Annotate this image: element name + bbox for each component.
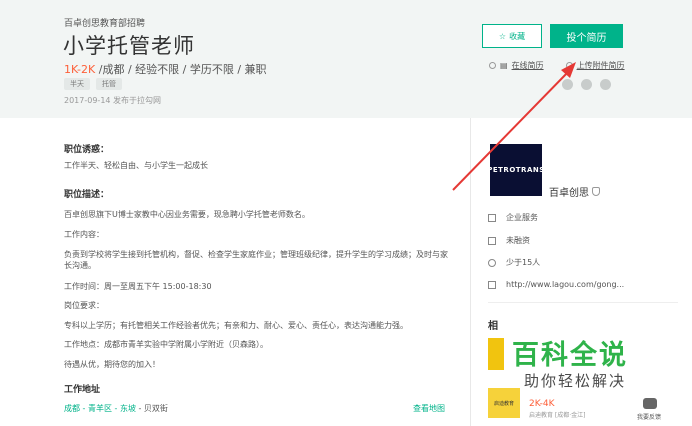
watermark-title: 百科全说: [512, 340, 628, 371]
tag: 半天: [64, 78, 90, 90]
company-size: 少于15人: [488, 257, 540, 268]
company-name[interactable]: 百卓创思: [549, 184, 600, 199]
star-icon: ☆: [498, 31, 507, 41]
address-title: 工作地址: [64, 385, 101, 395]
work-content-text: 负责到学校将学生接到托管机构，督促、检查学生家庭作业；管理班级纪律，提升学生的学…: [64, 250, 448, 270]
tag: 托管: [96, 78, 122, 90]
perks-text: 工作半天、轻松自由、与小学生一起成长: [64, 161, 208, 170]
chat-icon[interactable]: [643, 398, 657, 409]
view-map-link[interactable]: 查看地图: [413, 403, 445, 414]
work-time: 工作时间：周一至周五下午 15:00-18:30: [64, 282, 212, 291]
online-resume-option[interactable]: 在线简历: [512, 60, 544, 71]
job-requirements: /成都 / 经验不限 / 学历不限 / 兼职: [95, 63, 267, 76]
shield-icon: [592, 187, 600, 196]
related-jobs-heading: 相: [488, 321, 498, 332]
requirements-label: 岗位要求：: [64, 301, 104, 310]
address-street: - 贝双街: [135, 404, 168, 413]
perks-title: 职位诱惑：: [64, 145, 110, 155]
description-title: 职位描述：: [64, 190, 110, 200]
feedback-label[interactable]: 我要反馈: [637, 412, 661, 421]
resume-icon: ▤: [500, 61, 508, 70]
related-job-logo[interactable]: 启迪教育: [488, 388, 520, 418]
resume-options: ▤ 在线简历 上传附件简历: [489, 60, 625, 71]
radio-upload-resume[interactable]: [565, 62, 573, 69]
company-financing: 未融资: [488, 235, 530, 246]
work-content-label: 工作内容：: [64, 230, 104, 239]
job-title: 小学托管老师: [63, 34, 195, 58]
collect-button[interactable]: ☆ 收藏: [482, 24, 542, 48]
company-dept[interactable]: 百卓创思教育部招聘: [64, 16, 145, 29]
related-job-image[interactable]: [488, 338, 504, 370]
watermark-subtitle: 助你轻松解决: [524, 372, 627, 390]
radio-online-resume[interactable]: [489, 62, 496, 69]
person-icon: [488, 258, 496, 267]
related-job-salary[interactable]: 2K-4K: [529, 399, 555, 409]
work-place: 工作地点：成都市青羊实验中学附属小学附近（贝森路）。: [64, 340, 268, 349]
grid-icon: [488, 213, 496, 222]
company-logo[interactable]: PETROTRANS: [487, 144, 544, 196]
job-header: 百卓创思教育部招聘 小学托管老师 1K-2K /成都 / 经验不限 / 学历不限…: [0, 0, 692, 118]
related-job-company: 启迪教育 [成都·金江]: [529, 412, 586, 419]
requirements-text: 专科以上学历；有托管相关工作经验者优先；有亲和力、耐心、爱心、责任心，表达沟通能…: [64, 321, 408, 330]
share-icons: [562, 79, 611, 90]
wechat-icon[interactable]: [581, 79, 592, 90]
home-icon: [488, 280, 496, 289]
description-intro: 百卓创思旗下U博士家教中心因业务需要，现急聘小学托管老师数名。: [64, 210, 310, 219]
apply-button[interactable]: 投个简历: [550, 24, 623, 48]
job-tags: 半天 托管: [64, 78, 122, 90]
upload-resume-option[interactable]: 上传附件简历: [577, 60, 625, 71]
job-meta: 1K-2K /成都 / 经验不限 / 学历不限 / 兼职: [64, 61, 267, 77]
chart-icon: [488, 236, 496, 245]
column-divider: [470, 118, 471, 426]
weibo-icon[interactable]: [600, 79, 611, 90]
address-links[interactable]: 成都 - 青羊区 - 东坡: [64, 404, 136, 413]
closing-text: 待遇从优，期待您的加入！: [64, 360, 160, 369]
sidebar-divider: [488, 302, 678, 303]
warning-icon[interactable]: [562, 79, 573, 90]
company-industry: 企业服务: [488, 212, 538, 223]
company-website[interactable]: http://www.lagou.com/gong...: [488, 280, 624, 289]
salary: 1K-2K: [64, 63, 96, 76]
address-line: 成都 - 青羊区 - 东坡 - 贝双街: [64, 403, 168, 414]
publish-date: 2017-09-14 发布于拉勾网: [64, 96, 162, 105]
